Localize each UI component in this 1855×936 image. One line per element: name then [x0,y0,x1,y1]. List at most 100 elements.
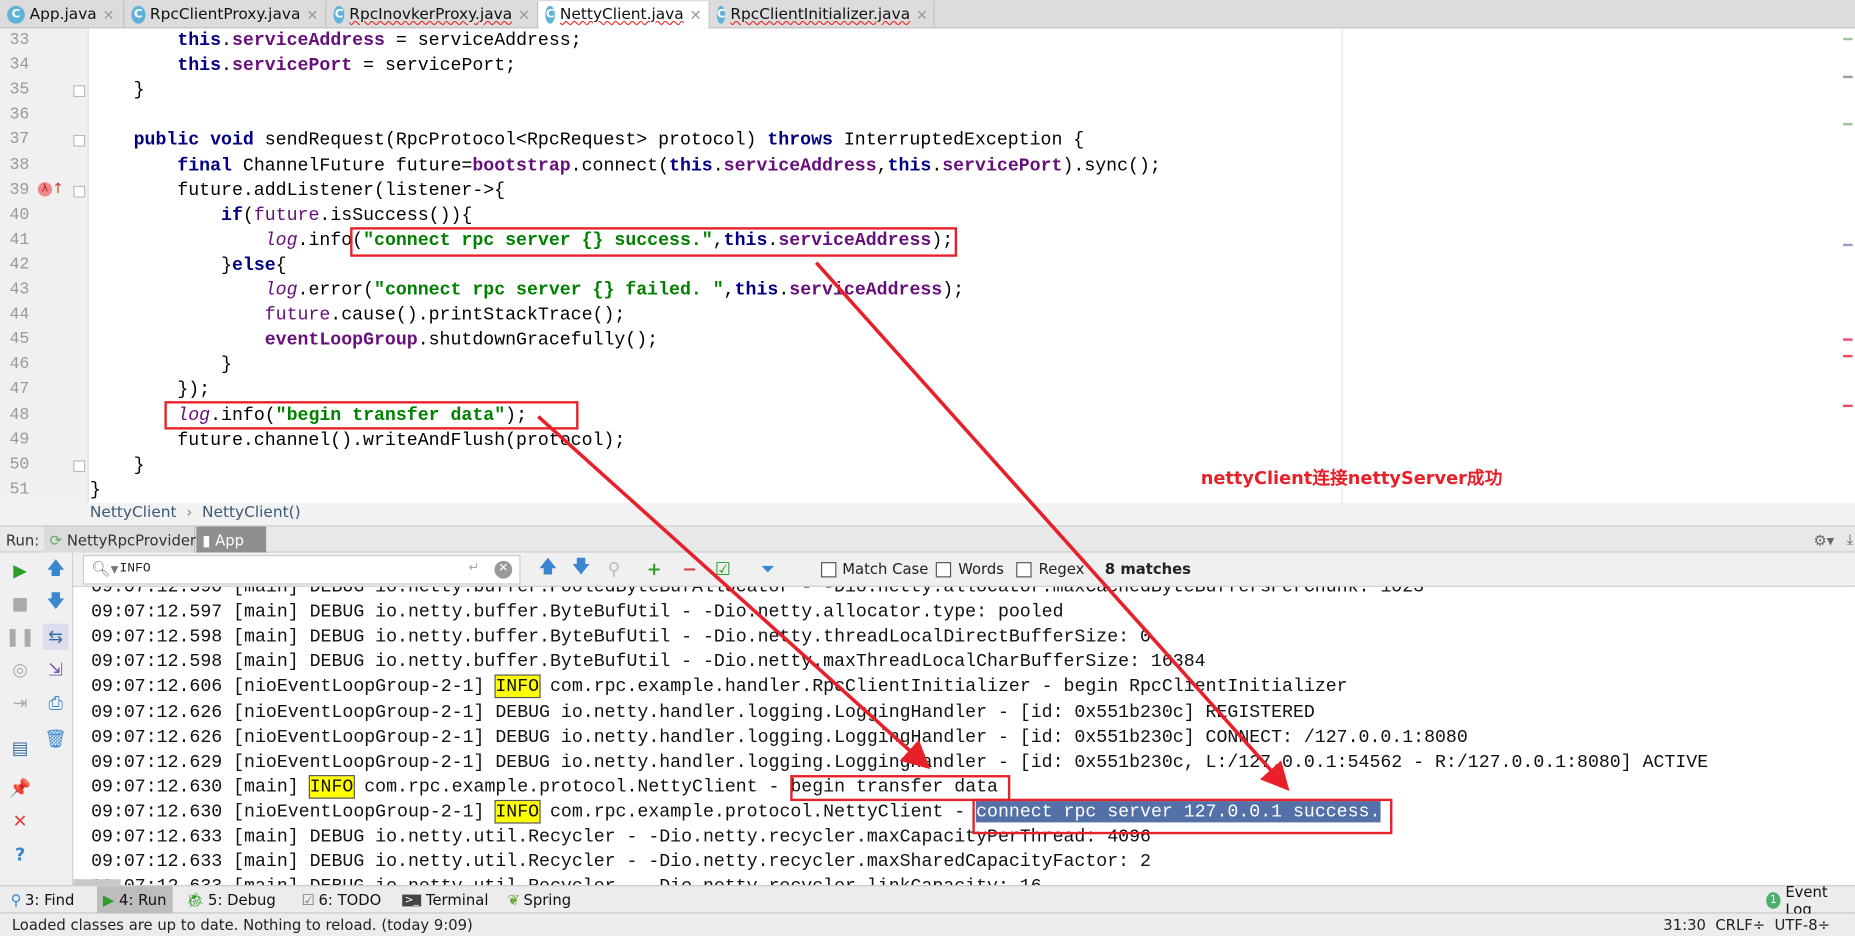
match-case-checkbox[interactable] [821,562,837,578]
remove-occurrence-icon[interactable]: − [679,559,700,580]
code-line[interactable]: } [90,353,232,378]
tool-tab-todo[interactable]: ☑ 6: TODO [296,886,387,913]
info-level-highlight: INFO [494,674,541,699]
code-token: .error( [297,279,375,301]
code-editor[interactable]: 33 34 35 36 37 38 39 λ ↑ 40 41 42 43 44 45 46 47 48 49 50 51… [0,28,1855,503]
soft-wrap-icon[interactable]: ⇆ [42,623,69,650]
exit-icon[interactable]: ⇥ [9,692,30,713]
search-icon: ⚲ [10,891,22,909]
code-token: } [89,354,232,376]
filter-icon[interactable]: ⏷ [757,559,778,580]
tool-tab-label: 5: Debug [208,891,276,909]
breadcrumb-method[interactable]: NettyClient() [202,504,301,522]
words-label[interactable]: Words [958,560,1004,578]
down-arrow-icon[interactable]: 🡇 [45,590,66,614]
select-all-occurrences-icon[interactable]: ☑ [712,559,733,580]
code-line[interactable]: future.cause().printStackTrace(); [90,303,626,328]
code-line[interactable]: future.addListener(listener->{ [90,178,505,203]
lambda-icon[interactable]: λ [37,181,53,196]
dump-threads-icon[interactable]: ◎ [9,659,30,680]
console-output[interactable]: 09:07:12.590 [main] DEBUG io.netty.buffe… [73,586,1855,886]
pause-icon[interactable]: ❚❚ [5,626,35,647]
code-line[interactable]: eventLoopGroup.shutdownGracefully(); [90,328,658,353]
regex-label[interactable]: Regex [1039,560,1085,578]
caret-position[interactable]: 31:30 [1663,914,1706,936]
console-line: 09:07:12.597 [main] DEBUG io.netty.buffe… [91,600,1063,625]
console-text: 09:07:12.597 [main] DEBUG io.netty.buffe… [91,601,1064,623]
error-marker [1843,338,1853,341]
stop-icon[interactable]: ■ [9,593,30,614]
run-tab-nettyrpcprovider[interactable]: ⟳ NettyRpcProvider [43,526,196,553]
tab-nettyclient-java[interactable]: C NettyClient.java ✕ [538,1,710,29]
close-icon[interactable]: ✕ [916,7,928,24]
code-token: InterruptedException { [832,129,1085,151]
tool-tab-find[interactable]: ⚲ 3: Find [5,886,81,913]
tool-tab-debug[interactable]: 🐞︎ 5: Debug [180,886,282,913]
close-icon[interactable]: ✕ [306,7,318,24]
close-icon[interactable]: ✕ [518,7,530,24]
settings-gear-icon[interactable]: ⚙▾ [1808,527,1841,553]
match-case-label[interactable]: Match Case [842,560,928,578]
layout-icon[interactable]: ▤ [9,737,30,758]
code-line[interactable]: }else{ [90,253,287,278]
override-arrow-icon[interactable]: ↑ [52,179,64,196]
line-number: 37 [9,130,30,150]
tab-rpcinovkerproxy-java[interactable]: C RpcInovkerProxy.java ✕ [327,1,539,29]
run-tab-app[interactable]: ▮ App [196,526,267,553]
fold-marker[interactable] [73,459,86,472]
encoding-selector[interactable]: UTF-8÷ [1775,914,1831,936]
code-line[interactable]: future.channel().writeAndFlush(protocol)… [90,428,625,453]
tool-tab-terminal[interactable]: >_ Terminal [396,886,494,913]
event-log-tab[interactable]: 1 Event Log [1760,882,1855,918]
add-occurrence-icon[interactable]: + [644,559,665,580]
code-line[interactable]: this.serviceAddress = serviceAddress; [90,28,582,53]
words-checkbox[interactable] [935,562,952,578]
close-icon[interactable]: ✕ [9,811,30,832]
change-marker [1843,37,1853,41]
clear-search-icon[interactable]: ✕ [494,560,513,579]
run-tab-label: App [215,530,245,549]
code-line[interactable]: public void sendRequest(RpcProtocol<RpcR… [90,128,1085,153]
console-text: 09:07:12.606 [nioEventLoopGroup-2-1] [91,676,496,698]
code-line[interactable]: final ChannelFuture future=bootstrap.con… [90,153,1161,178]
fold-marker[interactable] [73,185,86,198]
console-line: 09:07:12.626 [nioEventLoopGroup-2-1] DEB… [91,725,1468,750]
tab-app-java[interactable]: C App.java ✕ [0,1,125,29]
fold-marker[interactable] [73,135,86,148]
code-line[interactable]: }); [90,378,210,403]
search-input[interactable]: 🔍︎▾ INFO ↵ ✕ [82,554,521,585]
hide-icon[interactable]: ⤓ [1841,527,1855,553]
find-all-icon[interactable]: ⚲ [603,559,624,580]
tool-tab-run[interactable]: ▶ 4: Run [97,886,173,914]
tab-label: NettyClient.java [559,5,684,24]
rerun-icon[interactable]: ▶ [9,560,30,581]
code-line[interactable]: this.servicePort = servicePort; [90,53,516,78]
help-icon[interactable]: ? [9,844,30,865]
code-line[interactable]: } [90,478,101,503]
tab-rpcclientproxy-java[interactable]: C RpcClientProxy.java ✕ [124,1,327,29]
code-line[interactable]: } [90,78,145,103]
scroll-to-end-icon[interactable]: ⇲ [45,659,66,680]
tab-rpcclientinitializer-java[interactable]: C RpcClientInitializer.java ✕ [710,1,935,29]
code-line[interactable]: } [90,453,145,478]
tool-tab-spring[interactable]: ❦ Spring [502,886,578,913]
next-match-icon[interactable]: 🡇 [570,556,591,580]
console-text: 09:07:12.590 [main] DEBUG io.netty.buffe… [91,586,1425,598]
code-line[interactable]: log.error("connect rpc server {} failed.… [90,278,964,303]
print-icon[interactable]: ⎙ [45,692,66,713]
up-arrow-icon[interactable]: 🡅 [45,557,66,581]
console-text: 09:07:12.630 [nioEventLoopGroup-2-1] [91,800,496,823]
code-line[interactable]: if(future.isSuccess()){ [90,203,472,228]
breadcrumb-class[interactable]: NettyClient [90,504,177,522]
line-separator-selector[interactable]: CRLF÷ [1715,914,1765,936]
close-icon[interactable]: ✕ [103,7,115,24]
fold-marker[interactable] [73,85,86,98]
spring-boot-icon: ⟳ [49,530,63,549]
regex-checkbox[interactable] [1016,562,1032,578]
pin-icon[interactable]: 📌 [9,777,31,798]
previous-match-icon[interactable]: 🡅 [537,556,558,580]
trash-icon[interactable]: 🗑 [44,728,67,749]
close-icon[interactable]: ✕ [690,7,702,24]
